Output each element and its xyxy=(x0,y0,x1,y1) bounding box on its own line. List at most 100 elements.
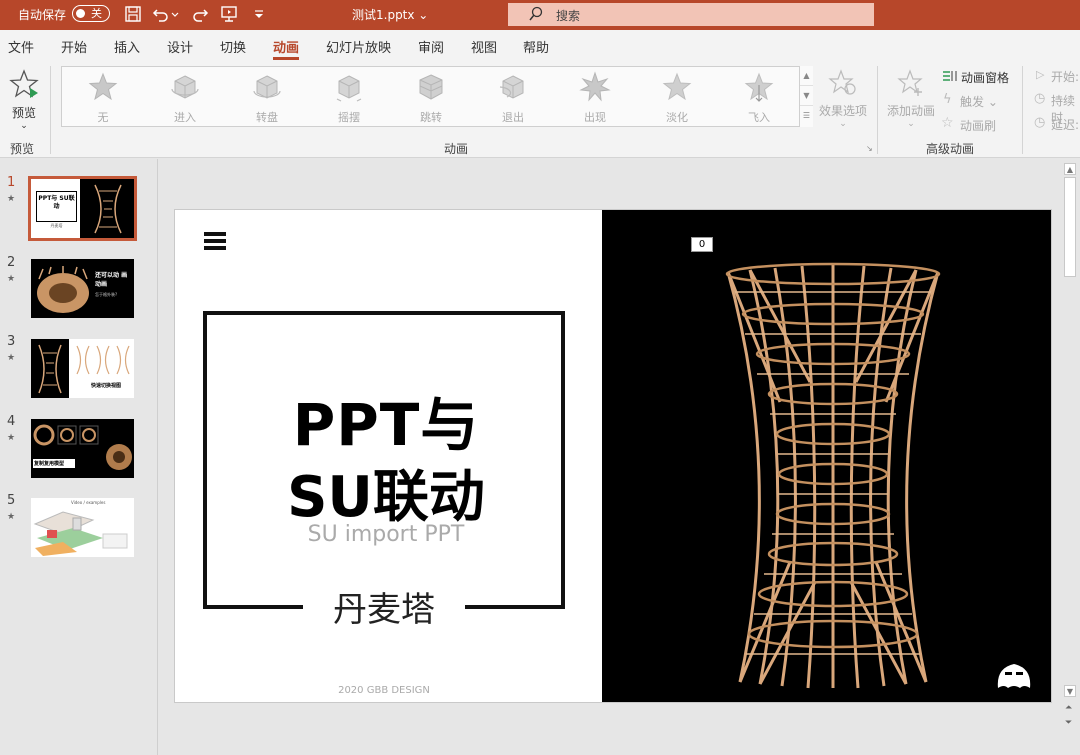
group-label-preview: 预览 xyxy=(10,142,35,156)
undo-icon[interactable] xyxy=(151,4,171,24)
tab-view[interactable]: 视图 xyxy=(471,37,497,56)
previous-slide-icon[interactable]: ⏶ xyxy=(1065,703,1072,713)
anim-turntable[interactable]: 转盘 xyxy=(232,71,302,125)
gallery-up-icon[interactable]: ▲ xyxy=(800,66,813,86)
slide-title-line1[interactable]: PPT与 xyxy=(203,378,569,462)
slide-number: 3 xyxy=(7,334,16,349)
gallery-scroll[interactable]: ▲ ▼ ☰ xyxy=(799,66,813,127)
animation-order-tag[interactable]: 0 xyxy=(691,237,713,252)
wooden-tower-image[interactable] xyxy=(720,262,946,690)
animation-star-icon: ★ xyxy=(7,274,16,284)
animation-star-icon: ★ xyxy=(7,194,16,204)
anim-label: 出现 xyxy=(584,111,606,124)
autosave-state: 关 xyxy=(91,7,102,20)
delay-clock-icon: ◷ xyxy=(1034,115,1046,130)
redo-icon[interactable] xyxy=(190,4,210,24)
effect-options-icon xyxy=(828,69,856,95)
toggle-knob xyxy=(76,9,85,18)
tab-transitions[interactable]: 切换 xyxy=(220,37,246,56)
vertical-scrollbar[interactable]: ▲ ▼ xyxy=(1061,159,1080,755)
slide-title-line2[interactable]: SU联动 xyxy=(203,452,569,533)
search-icon xyxy=(529,6,543,21)
tab-design[interactable]: 设计 xyxy=(167,37,193,56)
anim-jump[interactable]: 跳转 xyxy=(396,71,466,125)
scroll-thumb[interactable] xyxy=(1064,177,1076,277)
anim-appear[interactable]: 出现 xyxy=(560,71,630,125)
gallery-more-icon[interactable]: ☰ xyxy=(800,106,813,126)
animation-gallery: 无 进入 转盘 摇摆 跳转 退出 出现 淡化 飞入 xyxy=(61,66,813,127)
anim-swing[interactable]: 摇摆 xyxy=(314,71,384,125)
slide-thumbnail-3[interactable]: 快速切换视图 xyxy=(31,339,134,398)
cube-turntable-icon xyxy=(253,75,281,99)
thumb-title: PPT与 SU联动 xyxy=(38,195,75,210)
animation-painter-button[interactable]: 动画刷 xyxy=(960,117,996,134)
document-title[interactable]: 测试1.pptx ⌄ xyxy=(352,6,428,23)
tower-thumb-image xyxy=(94,184,122,234)
slide-thumbnail-4[interactable]: 复制复用模型 xyxy=(31,419,134,478)
thumb-text: 复制复用模型 xyxy=(34,461,65,467)
slide-thumbnail-5[interactable]: Video / examples xyxy=(31,498,134,557)
tab-help[interactable]: 帮助 xyxy=(523,37,549,56)
animation-star-icon: ★ xyxy=(7,512,16,522)
group-label-advanced: 高级动画 xyxy=(926,142,975,156)
group-separator xyxy=(877,66,878,154)
ribbon-tabs: 文件 开始 插入 设计 切换 动画 幻灯片放映 审阅 视图 帮助 xyxy=(0,30,1080,60)
tab-file[interactable]: 文件 xyxy=(8,37,34,56)
slide-thumbnail-1[interactable]: PPT与 SU联动 丹麦塔 xyxy=(28,176,137,241)
menu-icon xyxy=(204,232,226,251)
save-icon[interactable] xyxy=(123,4,143,24)
slide-author[interactable]: 丹麦塔 xyxy=(303,582,465,631)
effect-options-button[interactable]: 效果选项 ⌄ xyxy=(818,68,868,129)
burst-star-icon xyxy=(579,71,611,102)
tab-slideshow[interactable]: 幻灯片放映 xyxy=(326,37,391,56)
anim-fade[interactable]: 淡化 xyxy=(642,71,712,125)
frame-line-right xyxy=(465,605,565,609)
next-slide-icon[interactable]: ⏷ xyxy=(1065,718,1072,728)
autosave-toggle[interactable]: 关 xyxy=(72,5,110,22)
preview-dropdown-icon[interactable]: ⌄ xyxy=(6,121,42,131)
anim-label: 飞入 xyxy=(748,111,770,124)
anim-label: 淡化 xyxy=(666,111,688,124)
tab-insert[interactable]: 插入 xyxy=(114,37,140,56)
star-icon xyxy=(88,72,118,101)
customize-toolbar-icon[interactable] xyxy=(249,4,269,24)
tab-animations[interactable]: 动画 xyxy=(273,37,299,56)
gallery-down-icon[interactable]: ▼ xyxy=(800,86,813,106)
add-animation-button[interactable]: 添加动画 ⌄ xyxy=(884,68,938,129)
slide-subtitle[interactable]: SU import PPT xyxy=(203,522,569,547)
anim-exit[interactable]: 退出 xyxy=(478,71,548,125)
cube-swing-icon xyxy=(336,75,362,102)
tab-review[interactable]: 审阅 xyxy=(418,37,444,56)
cube-exit-icon xyxy=(499,75,524,99)
trigger-button[interactable]: 触发 ⌄ xyxy=(960,93,998,110)
anim-label: 退出 xyxy=(502,111,524,124)
slide-number: 4 xyxy=(7,414,16,429)
cube-jump-icon xyxy=(419,74,443,100)
anim-none[interactable]: 无 xyxy=(68,71,138,125)
scroll-down-icon[interactable]: ▼ xyxy=(1064,685,1076,697)
scroll-up-icon[interactable]: ▲ xyxy=(1064,163,1076,175)
add-animation-label: 添加动画 xyxy=(886,104,935,118)
chevron-down-icon: ⌄ xyxy=(839,119,847,129)
search-box[interactable]: 搜索 xyxy=(508,3,874,26)
animation-painter-icon: ☆ xyxy=(941,115,954,131)
animation-star-icon: ★ xyxy=(7,353,16,363)
tab-home[interactable]: 开始 xyxy=(61,37,87,56)
undo-dropdown-icon[interactable] xyxy=(170,4,180,24)
dialog-launcher-icon[interactable]: ↘ xyxy=(866,144,873,153)
animation-pane-button[interactable]: 动画窗格 xyxy=(961,69,1009,86)
group-label-animation: 动画 xyxy=(444,142,469,156)
slide-credit[interactable]: 2020 GBB DESIGN xyxy=(303,685,465,696)
fly-in-star-icon xyxy=(744,72,774,102)
anim-label: 跳转 xyxy=(420,111,442,124)
anim-fly-in[interactable]: 飞入 xyxy=(724,71,794,125)
current-slide[interactable]: PPT与 SU联动 SU import PPT 丹麦塔 2020 GBB DES… xyxy=(174,209,1052,703)
add-animation-icon xyxy=(897,69,923,96)
preview-button[interactable]: 预览 ⌄ xyxy=(6,68,42,131)
slide-thumbnail-2[interactable]: 还可以动 画动画 怎于格外装? xyxy=(31,259,134,318)
slide-number: 5 xyxy=(7,493,16,508)
frame-line-left xyxy=(203,605,303,609)
anim-appear-in[interactable]: 进入 xyxy=(150,71,220,125)
thumb-text: 还可以动 画动画 xyxy=(95,272,128,288)
present-from-start-icon[interactable] xyxy=(219,4,239,24)
